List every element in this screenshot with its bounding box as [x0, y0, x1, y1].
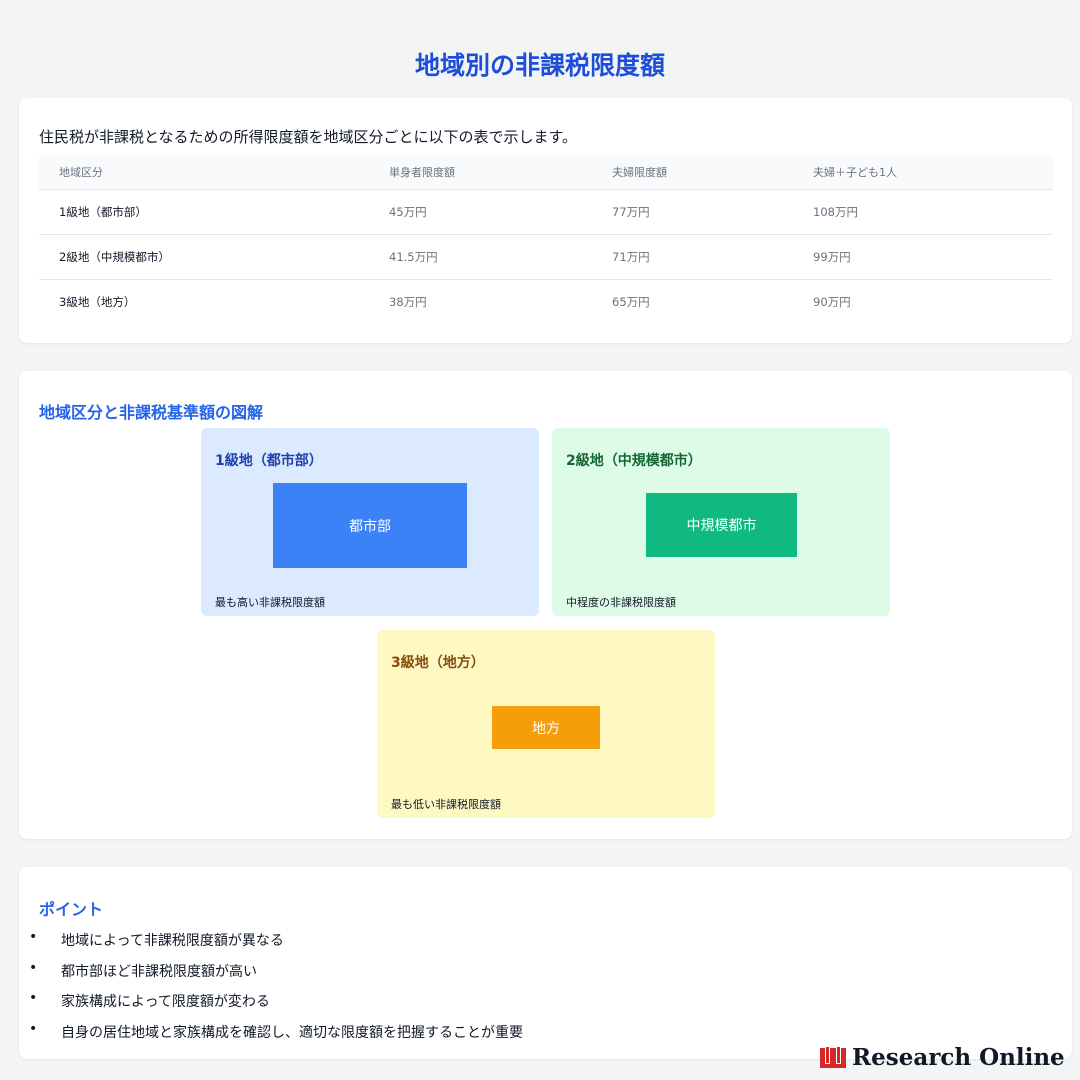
table-cell-couple-child: 90万円 — [813, 295, 851, 309]
limit-table-wrapper: 地域区分 単身者限度額 夫婦限度額 夫婦＋子ども1人 1級地（都市部） 45万円… — [39, 155, 1053, 324]
zone-grade-3: 3級地（地方） 地方 最も低い非課税限度額 — [377, 630, 715, 818]
region-diagram-card: 地域区分と非課税基準額の図解 1級地（都市部） 都市部 最も高い非課税限度額 2… — [19, 371, 1072, 839]
bullet-icon: • — [29, 929, 38, 945]
table-cell-region: 1級地（都市部） — [39, 189, 369, 235]
zone-title: 1級地（都市部） — [215, 453, 323, 469]
brand-name: Research Online — [852, 1043, 1065, 1071]
zone-description: 最も高い非課税限度額 — [215, 596, 325, 609]
point-text: 地域によって非課税限度額が異なる — [61, 933, 284, 949]
diagram-title: 地域区分と非課税基準額の図解 — [39, 403, 264, 422]
column-header-couple-child: 夫婦＋子ども1人 — [793, 155, 1053, 190]
list-item: • 家族構成によって限度額が変わる — [19, 990, 523, 1021]
point-text: 都市部ほど非課税限度額が高い — [61, 963, 257, 980]
table-header-row: 地域区分 単身者限度額 夫婦限度額 夫婦＋子ども1人 — [39, 155, 1053, 190]
zone-box-rural: 地方 — [492, 706, 600, 749]
table-cell-single: 38万円 — [389, 295, 427, 309]
zone-grade-1: 1級地（都市部） 都市部 最も高い非課税限度額 — [201, 428, 539, 616]
list-item: • 都市部ほど非課税限度額が高い — [19, 960, 523, 991]
zone-description: 中程度の非課税限度額 — [566, 596, 676, 609]
limit-table-card: 住民税が非課税となるための所得限度額を地域区分ごとに以下の表で示します。 地域区… — [19, 98, 1072, 343]
point-text: 家族構成によって限度額が変わる — [61, 994, 270, 1010]
points-title: ポイント — [39, 900, 104, 919]
table-cell-couple-child: 108万円 — [793, 189, 1053, 235]
zone-description: 最も低い非課税限度額 — [391, 798, 501, 811]
table-cell-couple: 71万円 — [592, 234, 793, 280]
table-intro: 住民税が非課税となるための所得限度額を地域区分ごとに以下の表で示します。 — [39, 128, 578, 146]
bullet-icon: • — [29, 959, 38, 976]
table-cell-single: 41.5万円 — [369, 234, 592, 280]
list-item: • 自身の居住地域と家族構成を確認し、適切な限度額を把握することが重要 — [19, 1021, 523, 1052]
column-header-single: 単身者限度額 — [369, 155, 592, 190]
table-cell-region: 2級地（中規模都市） — [39, 234, 369, 280]
list-item: • 地域によって非課税限度額が異なる — [19, 929, 523, 960]
points-list: • 地域によって非課税限度額が異なる • 都市部ほど非課税限度額が高い • 家族… — [19, 929, 523, 1051]
table-cell-region: 3級地（地方） — [59, 295, 136, 309]
table-cell-couple-child: 99万円 — [793, 234, 1053, 280]
limit-table: 地域区分 単身者限度額 夫婦限度額 夫婦＋子ども1人 1級地（都市部） 45万円… — [39, 155, 1053, 324]
bullet-icon: • — [29, 1020, 38, 1037]
zone-title: 3級地（地方） — [391, 655, 485, 671]
bullet-icon: • — [29, 990, 38, 1006]
table-row: 2級地（中規模都市） 41.5万円 71万円 99万円 — [39, 234, 1053, 280]
table-row: 1級地（都市部） 45万円 77万円 108万円 — [39, 189, 1053, 235]
table-row: 3級地（地方） 38万円 65万円 90万円 — [39, 280, 1053, 325]
table-cell-single: 45万円 — [369, 189, 592, 235]
zone-box-mid-city: 中規模都市 — [646, 493, 797, 557]
table-cell-couple: 77万円 — [592, 189, 793, 235]
points-card: ポイント • 地域によって非課税限度額が異なる • 都市部ほど非課税限度額が高い… — [19, 867, 1072, 1059]
zone-box-urban: 都市部 — [273, 483, 467, 568]
zone-title: 2級地（中規模都市） — [566, 453, 702, 469]
table-cell-couple: 65万円 — [612, 295, 650, 309]
brand-logo: Research Online — [820, 1040, 1065, 1074]
research-online-logo-icon — [820, 1046, 846, 1068]
zone-grade-2: 2級地（中規模都市） 中規模都市 中程度の非課税限度額 — [552, 428, 890, 616]
point-text: 自身の居住地域と家族構成を確認し、適切な限度額を把握することが重要 — [61, 1024, 523, 1041]
column-header-couple: 夫婦限度額 — [592, 155, 793, 190]
page-title: 地域別の非課税限度額 — [414, 51, 665, 80]
column-header-region: 地域区分 — [39, 155, 369, 190]
